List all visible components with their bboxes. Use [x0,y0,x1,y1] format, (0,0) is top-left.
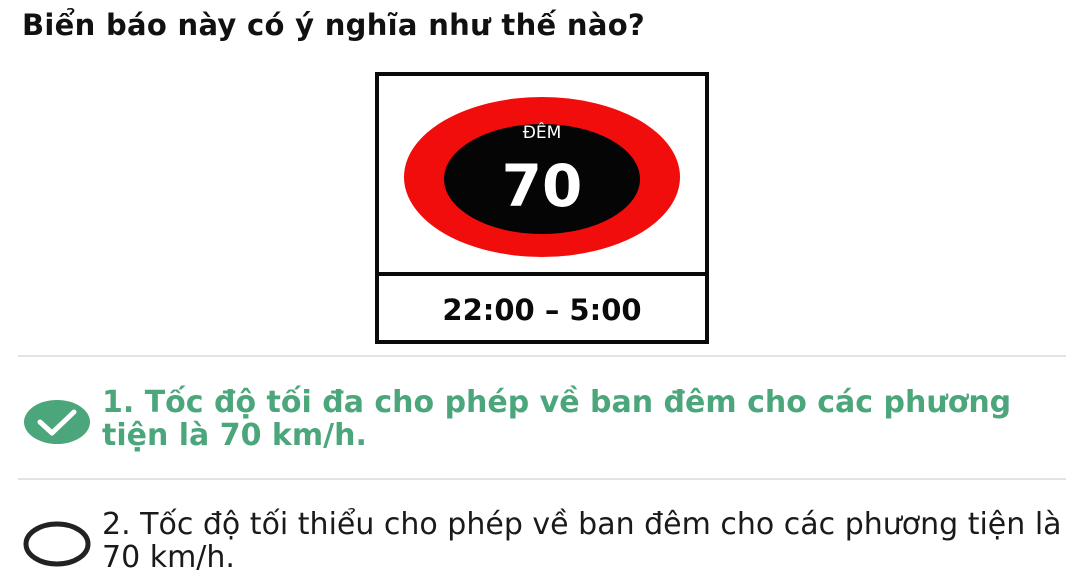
sign-time-range: 22:00 – 5:00 [442,293,641,327]
answer-1-text: 1. Tốc độ tối đa cho phép về ban đêm cho… [102,385,1012,453]
sign-top-label: ĐÊM [523,121,562,143]
speed-limit-sign: ĐÊM 70 22:00 – 5:00 [375,72,709,344]
divider [18,355,1066,357]
divider [18,478,1066,480]
answer-2-text: 2. Tốc độ tối thiểu cho phép về ban đêm … [102,507,1062,575]
question-text: Biển báo này có ý nghĩa như thế nào? [22,8,646,42]
empty-radio-icon [23,521,91,567]
check-circle-icon [24,400,90,444]
sign-speed-value: 70 [502,152,583,220]
